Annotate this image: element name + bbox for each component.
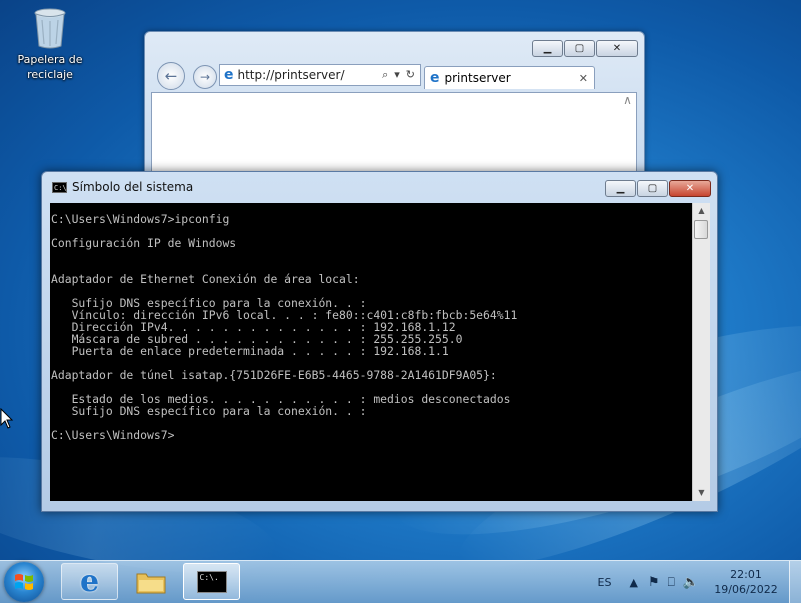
command-prompt-icon: C:\. (196, 570, 227, 593)
address-text: http://printserver/ (237, 68, 345, 82)
windows-logo-icon (15, 574, 33, 590)
cmd-maximize-button[interactable]: ▢ (637, 180, 668, 197)
folder-icon (136, 573, 165, 593)
clock-time: 22:01 (730, 568, 762, 581)
back-button[interactable]: ← (157, 62, 185, 90)
scroll-up-arrow-icon[interactable]: ▲ (693, 203, 710, 219)
close-icon: ✕ (685, 183, 695, 194)
browser-scroll-up-icon[interactable]: ∧ (619, 93, 636, 123)
action-center-flag-icon[interactable]: ⚑ (648, 575, 660, 590)
address-bar[interactable]: e http://printserver/ ⌕ ▾ ↻ (219, 64, 421, 86)
minimize-icon: ▁ (616, 183, 625, 194)
scroll-down-arrow-icon[interactable]: ▼ (693, 485, 710, 501)
cmd-close-button[interactable]: ✕ (669, 180, 711, 197)
clock[interactable]: 22:01 19/06/2022 (703, 567, 789, 597)
cmd-caption-buttons: ▁ ▢ ✕ (605, 180, 711, 197)
browser-close-button[interactable]: ✕ (596, 40, 638, 57)
browser-maximize-button[interactable]: ▢ (564, 40, 595, 57)
dropdown-icon[interactable]: ▾ (394, 68, 400, 82)
refresh-icon[interactable]: ↻ (406, 68, 415, 82)
maximize-icon: ▢ (647, 183, 658, 194)
address-tools: ⌕ ▾ ↻ (382, 68, 415, 82)
browser-minimize-button[interactable]: ▁ (532, 40, 563, 57)
show-hidden-icons-icon[interactable]: ▲ (629, 576, 637, 589)
tab-close-icon[interactable]: ✕ (579, 72, 588, 85)
browser-caption-buttons: ▁ ▢ ✕ (532, 40, 638, 57)
cmd-minimize-button[interactable]: ▁ (605, 180, 636, 197)
tab-title: printserver (444, 71, 511, 85)
show-desktop-button[interactable] (789, 561, 801, 603)
cmd-title: Símbolo del sistema (72, 180, 194, 194)
network-icon[interactable]: ⎕ (668, 575, 675, 590)
recycle-bin-icon (32, 6, 68, 50)
taskbar-file-explorer[interactable] (122, 563, 179, 600)
taskbar-internet-explorer[interactable]: e (61, 563, 118, 600)
console-area[interactable]: C:\Users\Windows7>ipconfig Configuración… (50, 203, 692, 501)
recycle-bin-desktop-icon[interactable]: Papelera de reciclaje (12, 6, 88, 82)
browser-window[interactable]: ▁ ▢ ✕ ← → e http://printserver/ ⌕ ▾ ↻ e … (144, 31, 645, 178)
cmd-titlebar: C:\. Símbolo del sistema (52, 180, 193, 194)
browser-content[interactable]: ∧ (151, 92, 637, 177)
search-icon[interactable]: ⌕ (382, 68, 388, 82)
command-prompt-icon-text: C:\. (199, 572, 219, 582)
system-tray: ES ▲ ⚑ ⎕ 🔈 22:01 19/06/2022 (598, 561, 801, 603)
start-button[interactable] (4, 562, 44, 602)
taskbar-command-prompt[interactable]: C:\. (183, 563, 240, 600)
clock-date: 19/06/2022 (714, 583, 778, 596)
command-prompt-window[interactable]: C:\. Símbolo del sistema ▁ ▢ ✕ C:\Users\… (41, 171, 718, 512)
recycle-bin-label-line2: reciclaje (27, 68, 73, 81)
maximize-icon: ▢ (574, 43, 585, 54)
volume-icon[interactable]: 🔈 (683, 575, 699, 590)
internet-explorer-icon: e (79, 564, 100, 599)
arrow-right-icon: → (199, 70, 211, 84)
taskbar: e C:\. ES ▲ ⚑ ⎕ 🔈 22:01 19/06/2022 (0, 560, 801, 603)
recycle-bin-label: Papelera de reciclaje (12, 52, 88, 82)
recycle-bin-label-line1: Papelera de (17, 53, 83, 66)
arrow-left-icon: ← (164, 67, 178, 85)
forward-button[interactable]: → (193, 65, 217, 89)
ie-page-icon: e (224, 67, 234, 83)
minimize-icon: ▁ (543, 43, 552, 54)
language-indicator[interactable]: ES (598, 576, 612, 589)
ie-tab-icon: e (430, 70, 440, 86)
close-icon: ✕ (612, 43, 622, 54)
console-output: C:\Users\Windows7>ipconfig Configuración… (51, 212, 518, 442)
browser-tab[interactable]: e printserver ✕ (424, 66, 595, 89)
mouse-cursor-icon (0, 408, 14, 429)
cmd-window-icon: C:\. (52, 181, 71, 193)
scroll-thumb[interactable] (694, 220, 708, 239)
console-scrollbar[interactable]: ▲ ▼ (692, 203, 710, 501)
